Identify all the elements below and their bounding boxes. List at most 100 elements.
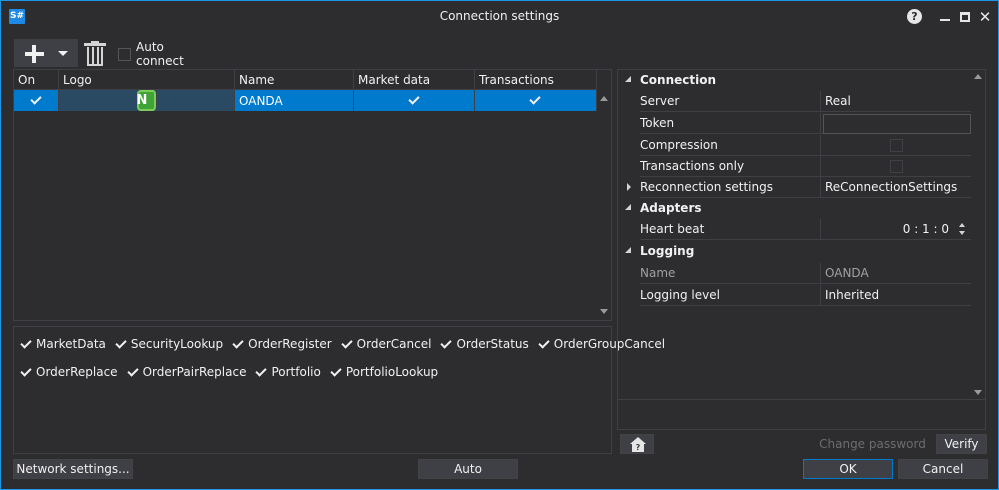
close-button[interactable]: ✕ bbox=[975, 7, 995, 27]
column-header-logo[interactable]: Logo bbox=[59, 70, 235, 90]
message-type-item[interactable]: OrderReplace bbox=[20, 364, 118, 380]
heart-beat-stepper[interactable] bbox=[959, 221, 967, 237]
message-type-checkbox[interactable] bbox=[20, 366, 33, 379]
message-type-checkbox[interactable] bbox=[538, 338, 551, 351]
property-name: Compression bbox=[640, 135, 821, 156]
row-on-checkbox[interactable] bbox=[30, 94, 43, 107]
message-type-label: OrderReplace bbox=[36, 365, 118, 379]
property-grid-scrollbar[interactable] bbox=[971, 70, 985, 399]
row-transactions-checkbox[interactable] bbox=[529, 94, 542, 107]
row-on-cell[interactable] bbox=[14, 90, 59, 111]
message-type-item[interactable]: Portfolio bbox=[255, 364, 320, 380]
collapse-triangle-icon[interactable] bbox=[618, 70, 640, 91]
scroll-down-icon[interactable] bbox=[974, 390, 982, 395]
column-header-on[interactable]: On bbox=[14, 70, 59, 90]
stepper-down-icon[interactable] bbox=[959, 231, 965, 235]
property-heart-beat[interactable]: Heart beat 0 : 1 : 0 bbox=[618, 219, 971, 240]
heart-beat-value-cell[interactable]: 0 : 1 : 0 bbox=[821, 219, 971, 240]
delete-connection-button[interactable] bbox=[84, 41, 106, 67]
category-logging[interactable]: Logging bbox=[618, 241, 971, 262]
property-indent bbox=[618, 91, 640, 112]
message-type-checkbox[interactable] bbox=[20, 338, 33, 351]
collapse-triangle-icon[interactable] bbox=[618, 241, 640, 262]
row-market-data-checkbox[interactable] bbox=[408, 94, 421, 107]
message-type-label: OrderRegister bbox=[248, 337, 332, 351]
reconnection-value[interactable]: ReConnectionSettings bbox=[821, 177, 971, 198]
message-types-line-1: MarketData SecurityLookup OrderRegister … bbox=[20, 336, 674, 352]
property-name: Transactions only bbox=[640, 156, 821, 177]
plus-icon-stem bbox=[32, 45, 36, 63]
logging-level-value[interactable]: Inherited bbox=[821, 285, 971, 306]
grid-header: On Logo Name Market data Transactions bbox=[14, 70, 597, 90]
network-settings-button[interactable]: Network settings... bbox=[13, 459, 133, 479]
compression-checkbox[interactable] bbox=[890, 139, 903, 152]
stepper-up-icon[interactable] bbox=[959, 223, 965, 227]
scroll-up-icon[interactable] bbox=[974, 74, 982, 79]
message-type-item[interactable]: OrderStatus bbox=[440, 336, 528, 352]
message-type-checkbox[interactable] bbox=[127, 366, 140, 379]
home-button[interactable]: ? bbox=[620, 434, 654, 454]
auto-connect-checkbox[interactable] bbox=[118, 47, 131, 61]
property-indent bbox=[618, 219, 640, 240]
message-type-label: OrderPairReplace bbox=[142, 365, 247, 379]
help-button[interactable]: ? bbox=[905, 7, 925, 27]
message-type-item[interactable]: OrderPairReplace bbox=[127, 364, 247, 380]
message-type-checkbox[interactable] bbox=[341, 338, 354, 351]
message-type-checkbox[interactable] bbox=[232, 338, 245, 351]
change-password-button[interactable]: Change password bbox=[814, 434, 931, 454]
transactions-only-checkbox[interactable] bbox=[890, 160, 903, 173]
collapse-triangle-icon[interactable] bbox=[618, 198, 640, 219]
token-value-cell[interactable] bbox=[821, 113, 971, 134]
property-description-panel bbox=[617, 400, 986, 430]
message-type-label: SecurityLookup bbox=[130, 337, 224, 351]
add-connection-button[interactable] bbox=[14, 39, 78, 67]
token-input[interactable] bbox=[823, 114, 971, 134]
scroll-down-icon[interactable] bbox=[600, 309, 608, 314]
message-type-item[interactable]: OrderRegister bbox=[232, 336, 332, 352]
compression-value-cell[interactable] bbox=[821, 135, 971, 156]
table-row[interactable]: N OANDA bbox=[14, 90, 597, 111]
property-token[interactable]: Token bbox=[618, 113, 971, 134]
verify-button[interactable]: Verify bbox=[936, 434, 987, 454]
property-server[interactable]: Server Real bbox=[618, 91, 971, 112]
property-logging-level[interactable]: Logging level Inherited bbox=[618, 285, 971, 306]
cancel-button[interactable]: Cancel bbox=[898, 459, 988, 479]
server-value[interactable]: Real bbox=[821, 91, 971, 112]
message-type-item[interactable]: SecurityLookup bbox=[115, 336, 223, 352]
property-transactions-only[interactable]: Transactions only bbox=[618, 156, 971, 177]
auto-connect-option[interactable]: Auto connect bbox=[118, 40, 184, 68]
row-market-data-cell[interactable] bbox=[354, 90, 475, 111]
connections-grid: On Logo Name Market data Transactions N … bbox=[13, 69, 612, 321]
grid-scrollbar[interactable] bbox=[597, 90, 611, 320]
expand-triangle-icon[interactable] bbox=[618, 177, 640, 198]
row-name-cell[interactable]: OANDA bbox=[235, 90, 354, 111]
property-reconnection-settings[interactable]: Reconnection settings ReConnectionSettin… bbox=[618, 177, 971, 198]
ok-button[interactable]: OK bbox=[803, 459, 893, 479]
category-label: Adapters bbox=[640, 201, 702, 215]
column-header-transactions[interactable]: Transactions bbox=[475, 70, 597, 90]
message-type-checkbox[interactable] bbox=[440, 338, 453, 351]
property-indent bbox=[618, 285, 640, 306]
scroll-up-icon[interactable] bbox=[600, 96, 608, 101]
message-type-item[interactable]: MarketData bbox=[20, 336, 106, 352]
transactions-only-value-cell[interactable] bbox=[821, 156, 971, 177]
auto-button[interactable]: Auto bbox=[418, 459, 518, 479]
property-log-name[interactable]: Name OANDA bbox=[618, 263, 971, 284]
category-connection[interactable]: Connection bbox=[618, 70, 971, 91]
heart-beat-value[interactable]: 0 : 1 : 0 bbox=[903, 222, 949, 236]
title-bar: S# Connection settings ? ✕ bbox=[1, 1, 998, 32]
minimize-button[interactable] bbox=[935, 7, 955, 27]
property-compression[interactable]: Compression bbox=[618, 135, 971, 156]
category-adapters[interactable]: Adapters bbox=[618, 198, 971, 219]
message-type-checkbox[interactable] bbox=[330, 366, 343, 379]
dropdown-chevron-icon[interactable] bbox=[58, 51, 68, 56]
column-header-name[interactable]: Name bbox=[235, 70, 354, 90]
message-type-item[interactable]: OrderCancel bbox=[341, 336, 432, 352]
column-header-market-data[interactable]: Market data bbox=[354, 70, 475, 90]
message-type-checkbox[interactable] bbox=[255, 366, 268, 379]
maximize-button[interactable] bbox=[955, 7, 975, 27]
message-type-label: MarketData bbox=[36, 337, 106, 351]
message-type-checkbox[interactable] bbox=[115, 338, 128, 351]
row-transactions-cell[interactable] bbox=[475, 90, 597, 111]
message-type-item[interactable]: PortfolioLookup bbox=[330, 364, 438, 380]
